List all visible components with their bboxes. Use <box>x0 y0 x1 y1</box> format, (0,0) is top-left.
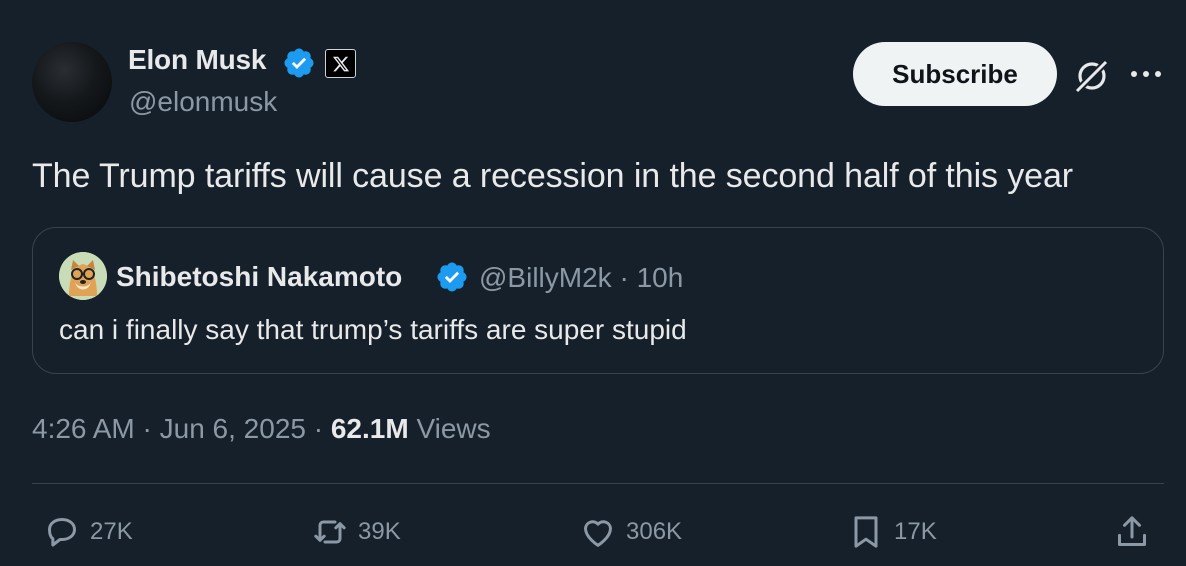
quoted-handle[interactable]: @BillyM2k <box>479 262 612 293</box>
quoted-tweet[interactable]: Shibetoshi Nakamoto @BillyM2k · 10h can … <box>32 227 1164 374</box>
share-icon <box>1118 516 1146 546</box>
reply-button[interactable]: 27K <box>42 510 133 554</box>
reply-icon <box>48 518 76 547</box>
quoted-text: can i finally say that trump’s tariffs a… <box>59 314 687 345</box>
verified-badge-icon[interactable] <box>282 46 316 80</box>
bookmark-icon <box>854 516 878 548</box>
quoted-separator: · <box>619 262 629 293</box>
quoted-author-avatar[interactable] <box>59 252 107 300</box>
verified-badge-icon[interactable] <box>435 260 469 294</box>
author-name[interactable]: Elon Musk <box>128 44 266 76</box>
doge-avatar-icon <box>59 252 107 300</box>
tweet-text: The Trump tariffs will cause a recession… <box>32 157 1074 195</box>
author-handle[interactable]: @elonmusk <box>129 86 277 118</box>
views-count: 62.1M <box>330 413 409 444</box>
reply-count: 27K <box>90 518 133 545</box>
meta-separator: · <box>313 413 324 444</box>
heart-icon <box>584 520 612 547</box>
like-button[interactable]: 306K <box>578 510 682 554</box>
repost-count: 39K <box>358 518 401 545</box>
divider <box>32 483 1164 484</box>
tweet-time[interactable]: 4:26 AM <box>32 413 135 444</box>
repost-button[interactable]: 39K <box>310 510 401 554</box>
share-button[interactable] <box>1112 510 1160 554</box>
grok-icon[interactable] <box>1072 56 1112 96</box>
like-count: 306K <box>626 518 683 545</box>
subscribe-button[interactable]: Subscribe <box>853 42 1057 106</box>
meta-separator: · <box>142 413 152 444</box>
x-logo-icon <box>325 49 356 78</box>
quoted-time[interactable]: 10h <box>637 262 684 293</box>
bookmark-count: 17K <box>894 518 937 545</box>
views-label: Views <box>416 413 491 444</box>
author-avatar[interactable] <box>32 42 112 122</box>
quoted-author-name[interactable]: Shibetoshi Nakamoto <box>116 261 402 293</box>
tweet-date[interactable]: Jun 6, 2025 <box>160 413 306 444</box>
bookmark-button[interactable]: 17K <box>846 510 937 554</box>
repost-icon <box>314 520 346 544</box>
more-icon[interactable] <box>1128 64 1164 84</box>
quoted-meta: @BillyM2k · 10h <box>479 262 683 294</box>
tweet-meta: 4:26 AM · Jun 6, 2025 · 62.1M Views <box>32 413 491 445</box>
